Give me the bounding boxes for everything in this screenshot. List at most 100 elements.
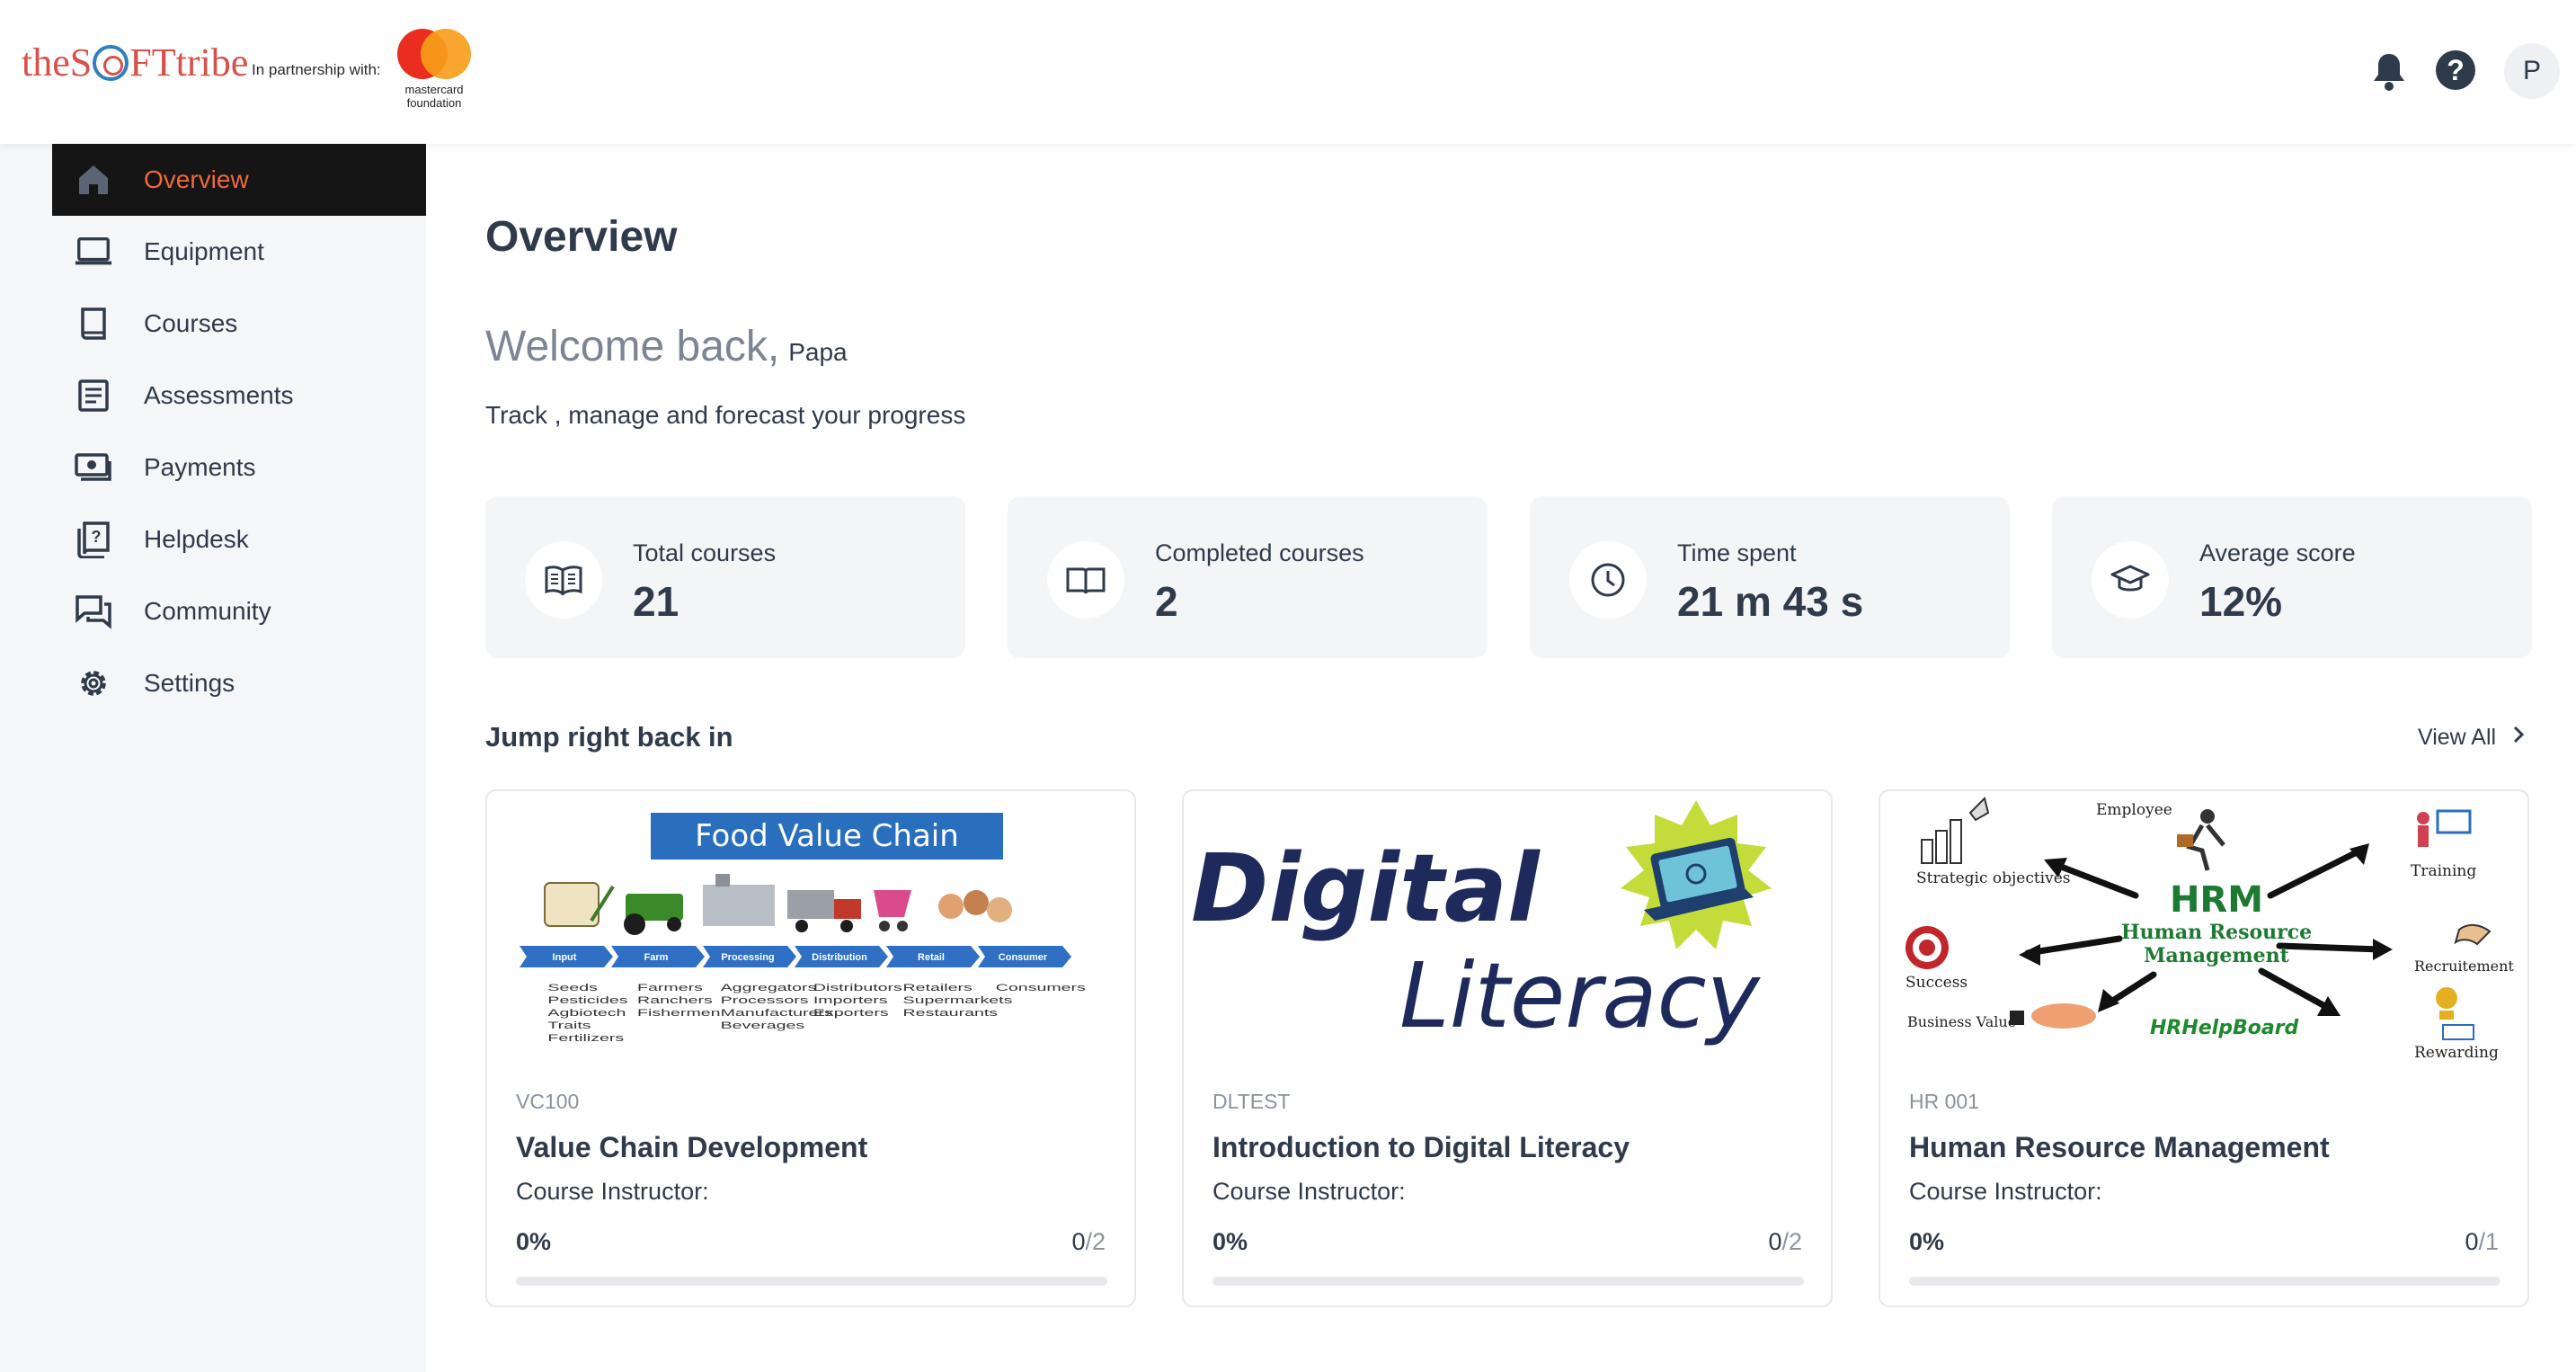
partnership-label: In partnership with: <box>252 61 381 78</box>
brand-logo[interactable]: theS FTtribe <box>22 40 248 85</box>
stage-detail-text: Aggregators <box>721 983 817 993</box>
gear-icon <box>74 664 113 703</box>
stage-detail-text: Beverages <box>721 1020 805 1031</box>
course-progress-percent: 0% <box>1212 1228 1248 1255</box>
tagline: Track , manage and forecast your progres… <box>485 401 966 429</box>
sidebar-item-assessments[interactable]: Assessments <box>52 360 426 432</box>
user-name: Papa <box>788 338 848 366</box>
stat-label: Total courses <box>633 539 777 566</box>
help-icon[interactable]: ? <box>2436 50 2475 90</box>
document-list-icon <box>74 376 113 415</box>
stage-detail-text: Restaurants <box>903 1008 999 1019</box>
chevron-right-icon <box>2512 725 2525 751</box>
sidebar-item-courses[interactable]: Courses <box>52 288 426 360</box>
course-thumbnail-digital-literacy: Digital Literacy <box>1187 795 1827 1065</box>
thumb-label: Rewarding <box>2414 1044 2499 1062</box>
stat-value: 2 <box>1155 578 1178 625</box>
thumb-label: Employee <box>2096 801 2172 819</box>
sidebar-item-equipment[interactable]: Equipment <box>52 216 426 288</box>
food-value-chain-heading: Food Value Chain <box>695 818 959 854</box>
open-book-icon <box>525 541 602 619</box>
course-instructor-label: Course Instructor: <box>516 1178 709 1205</box>
stage-detail-text: Fishermen <box>637 1008 720 1019</box>
stage-detail-text: Retailers <box>903 983 973 993</box>
stat-card-average-score: Average score 12% <box>2052 496 2532 658</box>
digital-word: Digital <box>1191 833 1541 943</box>
thumb-label: Strategic objectives <box>1916 869 2071 887</box>
hrm-sub-label: Management <box>2144 944 2290 967</box>
course-code: HR 001 <box>1909 1090 1979 1113</box>
course-card-digital-literacy[interactable]: Digital Literacy DLTEST Introduction to … <box>1182 789 1833 1307</box>
clock-icon <box>1569 541 1647 619</box>
stage-label: Consumer <box>999 952 1048 963</box>
view-all-link[interactable]: View All <box>2418 725 2525 751</box>
svg-text:?: ? <box>92 528 102 546</box>
sidebar-item-label: Settings <box>144 669 235 697</box>
stage-detail-text: Seeds <box>547 983 598 993</box>
sidebar-item-helpdesk[interactable]: ? Helpdesk <box>52 503 426 575</box>
course-progress-count: 0/1 <box>2465 1228 2499 1255</box>
sidebar-item-label: Payments <box>144 453 256 481</box>
sidebar-item-settings[interactable]: Settings <box>52 647 426 719</box>
course-code: VC100 <box>516 1090 580 1113</box>
course-title: Value Chain Development <box>516 1131 868 1163</box>
sidebar-item-label: Courses <box>144 309 238 337</box>
user-avatar[interactable]: P <box>2504 43 2560 99</box>
stage-detail-text: Fertilizers <box>547 1033 624 1044</box>
hrm-sub-label: Human Resource <box>2121 921 2312 944</box>
stage-detail-text: Agbiotech <box>547 1008 626 1019</box>
stage-detail-text: Consumers <box>996 983 1086 993</box>
laptop-icon <box>74 232 113 272</box>
stage-detail-text: Importers <box>813 995 888 1006</box>
course-progress-count: 0/2 <box>1768 1228 1802 1255</box>
stage-detail-text: Traits <box>547 1020 591 1031</box>
top-header: theS FTtribe In partnership with: masterc… <box>0 0 2576 144</box>
stat-value: 21 m 43 s <box>1677 578 1864 625</box>
course-instructor-label: Course Instructor: <box>1212 1178 1406 1205</box>
course-progress-bar <box>1212 1277 1804 1286</box>
stat-card-completed-courses: Completed courses 2 <box>1008 496 1488 658</box>
stage-label: Processing <box>721 952 774 963</box>
sidebar-item-label: Assessments <box>144 381 294 409</box>
stage-label: Farm <box>644 952 669 963</box>
thumb-label: Training <box>2411 862 2476 880</box>
home-icon <box>74 160 113 200</box>
sidebar-item-overview[interactable]: Overview <box>52 144 426 216</box>
hrm-center-label: HRM <box>2170 879 2263 921</box>
course-card-hrm[interactable]: HRM Human Resource Management Employee S… <box>1879 789 2529 1307</box>
course-progress-percent: 0% <box>516 1228 552 1255</box>
thumb-label: Business Value <box>1907 1013 2016 1030</box>
welcome-heading: Welcome back, Papa <box>485 323 848 370</box>
course-instructor-label: Course Instructor: <box>1909 1178 2102 1205</box>
sidebar-item-label: Community <box>144 597 271 625</box>
question-book-icon: ? <box>74 520 113 559</box>
stage-detail-text: Supermarkets <box>903 995 1013 1006</box>
literacy-word: Literacy <box>1399 943 1762 1048</box>
sidebar-item-label: Equipment <box>144 237 264 265</box>
stage-detail-text: Pesticides <box>547 995 627 1006</box>
sidebar-item-payments[interactable]: Payments <box>52 432 426 503</box>
brand-wordmark: theS FTtribe <box>22 40 249 85</box>
stat-value: 12% <box>2199 578 2283 625</box>
stage-detail-text: Ranchers <box>637 995 713 1006</box>
main-content: Overview Welcome back, Papa Track , manag… <box>426 144 2576 1372</box>
stage-detail-text: Farmers <box>637 983 703 993</box>
helpboard-label: HRHelpBoard <box>2150 1017 2299 1039</box>
course-card-value-chain[interactable]: Food Value Chain Input Farm Processing D… <box>485 789 1136 1307</box>
chat-icon <box>74 592 113 631</box>
sidebar: Overview Equipment Courses Assessments P… <box>0 144 426 1372</box>
course-progress-percent: 0% <box>1909 1228 1945 1255</box>
stat-label: Time spent <box>1677 539 1797 566</box>
notifications-bell-icon[interactable] <box>2369 50 2409 94</box>
stage-detail-text: Distributors <box>813 983 902 993</box>
sidebar-item-community[interactable]: Community <box>52 575 426 647</box>
stat-label: Completed courses <box>1155 539 1364 566</box>
mastercard-foundation-logo: mastercard foundation <box>394 29 475 111</box>
book-icon <box>74 304 113 343</box>
page-title: Overview <box>485 213 678 261</box>
course-title: Introduction to Digital Literacy <box>1212 1131 1630 1163</box>
course-progress-bar <box>516 1277 1107 1286</box>
stage-label: Distribution <box>812 952 867 963</box>
stage-detail-text: Processors <box>721 995 809 1006</box>
section-title: Jump right back in <box>485 721 733 753</box>
